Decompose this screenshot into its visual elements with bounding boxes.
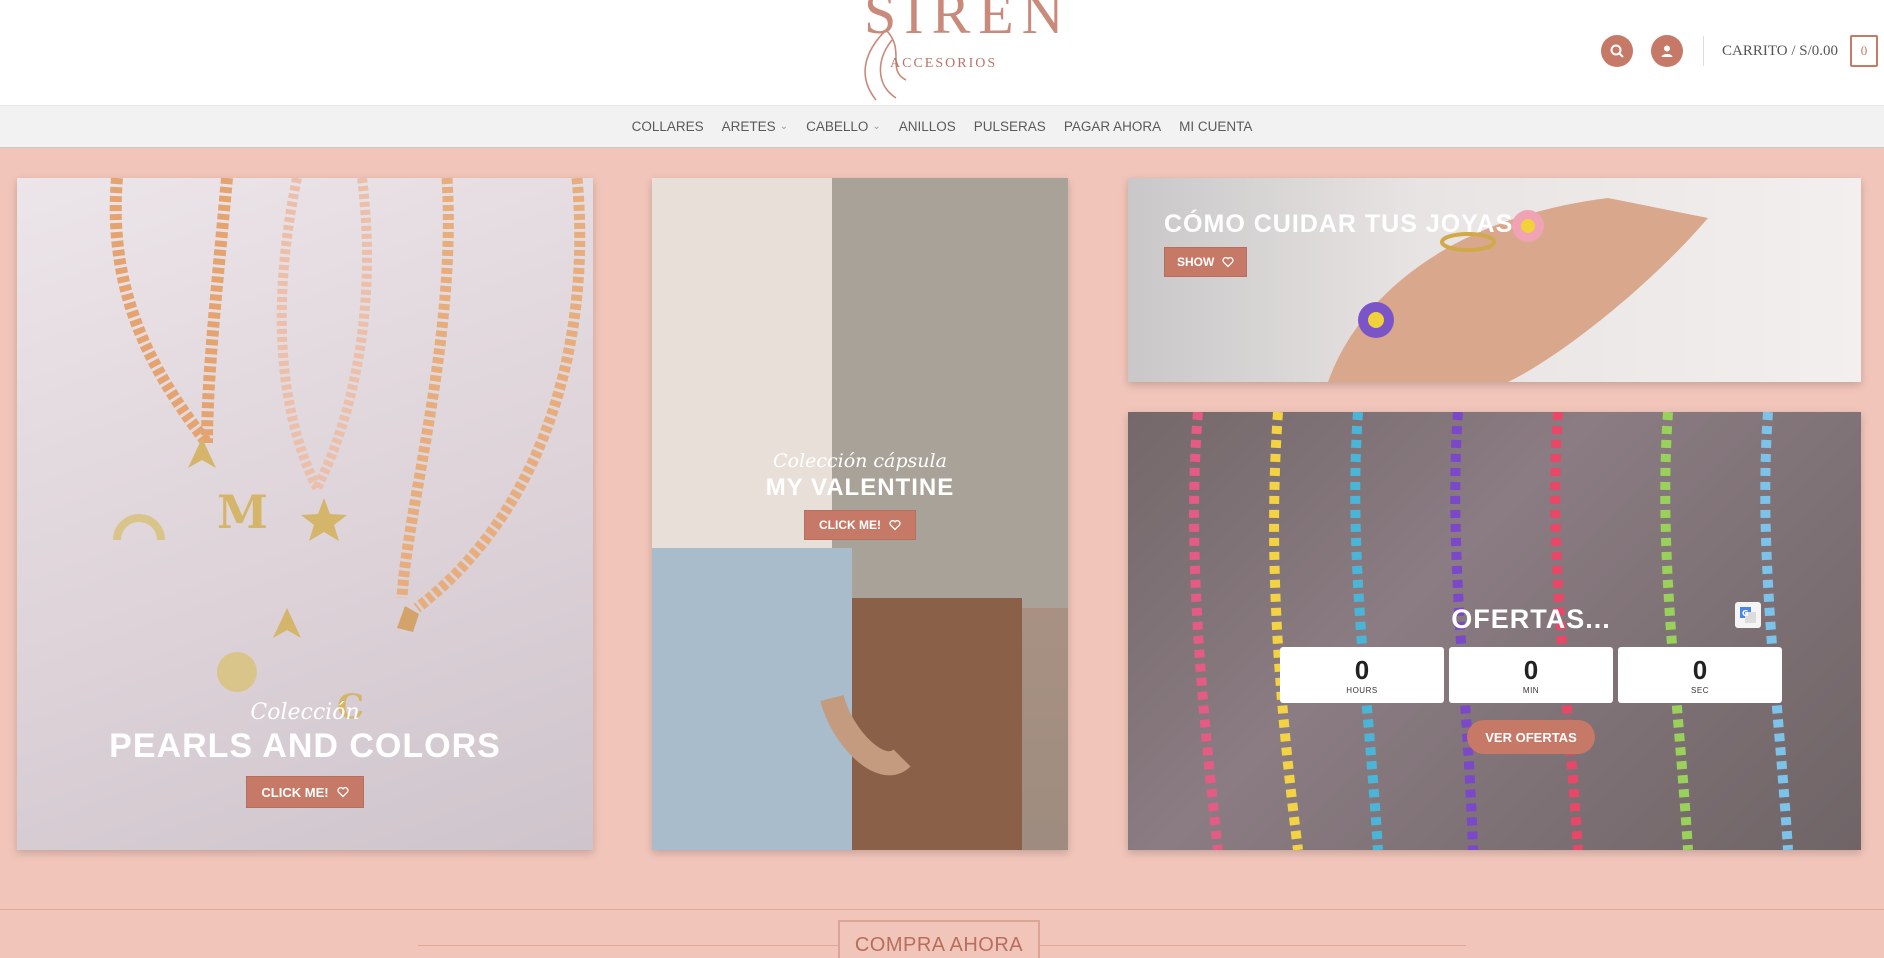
pearls-button-wrap: CLICK ME! [17,776,593,808]
cart-count-badge[interactable]: 0 [1850,35,1878,67]
translate-icon: G [1740,607,1756,623]
nav-item-pagar-ahora[interactable]: PAGAR AHORA [1064,119,1161,134]
care-button-wrap: SHOW [1164,247,1513,277]
timer-hours-label: HOURS [1346,685,1378,695]
nav-item-collares[interactable]: COLLARES [632,119,704,134]
user-icon [1661,45,1673,57]
site-logo[interactable]: SIREN ACCESORIOS [846,0,1064,104]
timer-seconds-label: SEC [1691,685,1709,695]
timer-hours-value: 0 [1354,654,1370,685]
nav-label: PULSERAS [973,119,1046,134]
care-show-button[interactable]: SHOW [1164,247,1248,277]
svg-text:M: M [217,485,268,539]
banner-offers[interactable]: OFERTAS... G 0 HOURS 0 MIN 0 SEC VER OFE… [1128,412,1861,850]
chevron-down-icon: ⌄ [779,121,789,132]
timer-minutes-value: 0 [1523,654,1539,685]
translate-button[interactable]: G [1735,602,1761,628]
timer-seconds-value: 0 [1692,654,1708,685]
offers-button-wrap: VER OFERTAS [1128,720,1861,754]
header-actions: CARRITO / S/0.00 0 [1601,33,1878,69]
care-button-label: SHOW [1177,255,1215,269]
countdown-timer: 0 HOURS 0 MIN 0 SEC [1280,647,1782,703]
banner-jewelry-care[interactable]: CÓMO CUIDAR TUS JOYAS SHOW [1128,178,1861,382]
logo-word: SIREN [864,0,1072,46]
search-icon [1610,44,1624,58]
nav-label: ARETES [721,119,776,134]
nav-item-cabello[interactable]: CABELLO ⌄ [806,119,881,134]
section-divider [0,909,1884,910]
valentine-click-button[interactable]: CLICK ME! [804,510,916,540]
nav-label: CABELLO [806,119,869,134]
heart-icon [889,520,901,531]
heart-icon [336,787,349,798]
pearls-button-label: CLICK ME! [261,784,329,800]
valentine-button-label: CLICK ME! [819,518,881,532]
account-button[interactable] [1651,35,1683,67]
nav-item-mi-cuenta[interactable]: MI CUENTA [1179,119,1252,134]
pearls-click-button[interactable]: CLICK ME! [246,776,364,808]
care-caption: CÓMO CUIDAR TUS JOYAS SHOW [1164,210,1513,277]
nav-item-pulseras[interactable]: PULSERAS [974,119,1046,134]
nav-label: PAGAR AHORA [1063,119,1162,134]
care-title: CÓMO CUIDAR TUS JOYAS [1164,210,1514,238]
nav-label: MI CUENTA [1179,119,1253,134]
svg-text:G: G [1742,609,1749,618]
banner-pearls-and-colors[interactable]: M C Colección PEARLS AND COLORS CLICK ME… [17,178,593,850]
header-divider [1703,36,1704,66]
timer-seconds: 0 SEC [1618,647,1782,703]
pearls-caption: Colección PEARLS AND COLORS CLICK ME! [17,700,593,808]
main-nav: COLLARES ARETES ⌄ CABELLO ⌄ ANILLOS PULSER… [0,106,1884,148]
logo-subtitle: ACCESORIOS [890,56,998,71]
shop-now-heading[interactable]: COMPRA AHORA [838,920,1040,958]
timer-minutes-label: MIN [1522,685,1540,695]
valentine-title: MY VALENTINE [765,474,955,501]
chevron-down-icon: ⌄ [872,121,881,132]
pearls-script-title: Colección [250,700,360,725]
heart-icon [1222,257,1234,268]
valentine-caption: Colección cápsula MY VALENTINE CLICK ME! [652,450,1068,540]
nav-item-anillos[interactable]: ANILLOS [899,119,956,134]
timer-hours: 0 HOURS [1280,647,1444,703]
valentine-button-wrap: CLICK ME! [652,510,1068,540]
search-button[interactable] [1601,35,1633,67]
cart-link[interactable]: CARRITO / S/0.00 [1722,43,1838,60]
nav-label: COLLARES [631,119,704,134]
valentine-script-title: Colección cápsula [773,450,947,472]
nav-label: ANILLOS [898,119,956,134]
site-header: SIREN ACCESORIOS CARRITO / S/0.00 0 [0,0,1884,106]
nav-item-aretes[interactable]: ARETES ⌄ [722,119,788,134]
pearls-title: PEARLS AND COLORS [109,727,501,765]
rings-hand-photo [1328,198,1708,382]
timer-minutes: 0 MIN [1449,647,1613,703]
view-offers-button[interactable]: VER OFERTAS [1467,720,1595,754]
banner-my-valentine[interactable]: Colección cápsula MY VALENTINE CLICK ME! [652,178,1068,850]
